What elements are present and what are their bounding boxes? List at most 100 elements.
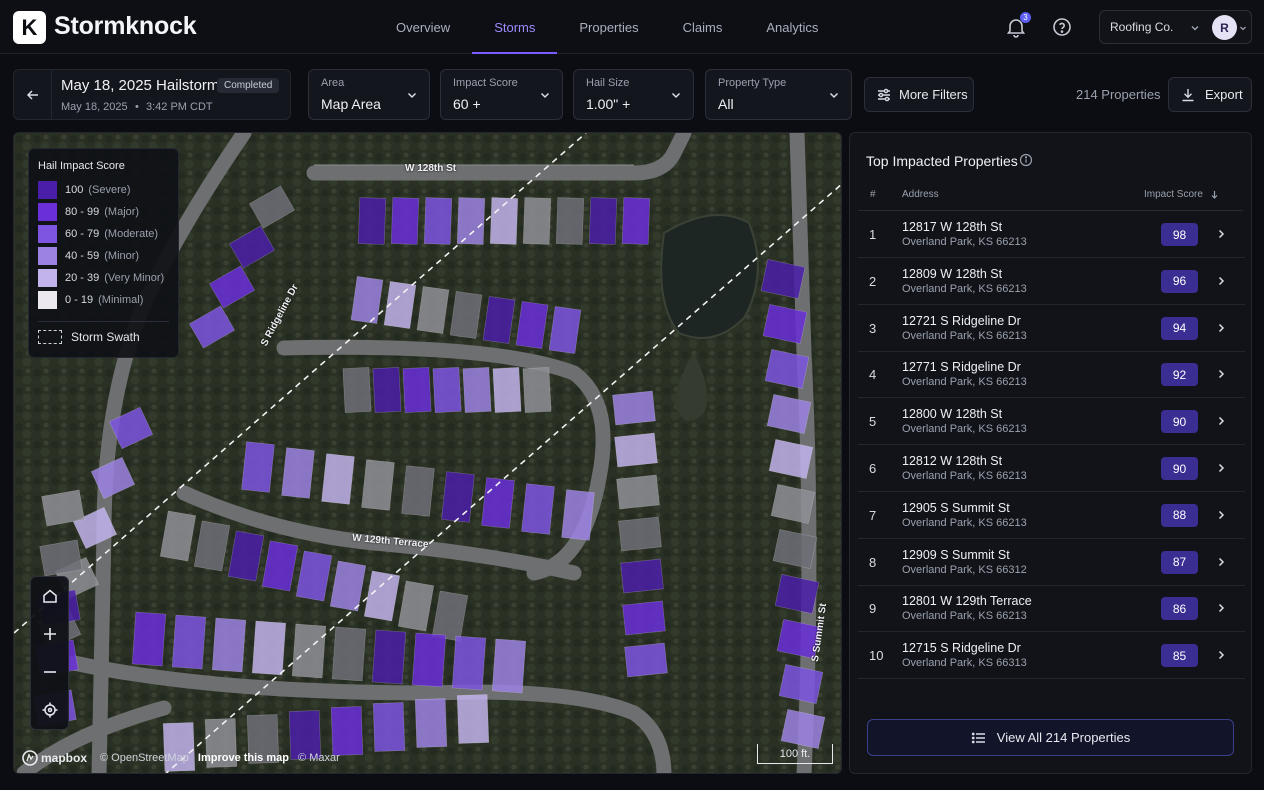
property-parcel[interactable] [522,367,552,413]
table-row[interactable]: 1 12817 W 128th St Overland Park, KS 66213… [858,211,1245,258]
table-row[interactable]: 5 12800 W 128th St Overland Park, KS 66213… [858,398,1245,446]
mapbox-icon [22,750,38,766]
property-parcel[interactable] [241,441,275,493]
property-parcel[interactable] [432,367,462,413]
property-parcel[interactable] [621,197,651,245]
property-parcel[interactable] [620,558,664,594]
row-address: 12817 W 128th St [902,220,1003,234]
locate-button[interactable] [31,691,68,729]
property-parcel[interactable] [357,197,387,245]
property-parcel[interactable] [456,197,486,245]
zoom-out-button[interactable] [31,653,68,691]
property-parcel[interactable] [462,367,492,413]
property-parcel[interactable] [618,516,662,552]
nav-claims[interactable]: Claims [661,0,745,54]
property-parcel[interactable] [481,477,515,529]
property-parcel[interactable] [402,367,432,413]
improve-map-link[interactable]: Improve this map [198,752,289,764]
property-parcel[interactable] [281,447,315,499]
property-parcel[interactable] [361,459,395,511]
col-score-header[interactable]: Impact Score [1144,189,1219,200]
mapbox-logo[interactable]: mapbox [22,750,87,766]
table-row[interactable]: 4 12771 S Ridgeline Dr Overland Park, KS 6… [858,351,1245,399]
property-parcel[interactable] [622,600,666,636]
property-parcel[interactable] [131,611,167,667]
property-parcel[interactable] [555,197,585,245]
table-row[interactable]: 3 12721 S Ridgeline Dr Overland Park, KS 6… [858,305,1245,352]
nav-overview[interactable]: Overview [374,0,472,54]
table-row[interactable]: 6 12812 W 128th St Overland Park, KS 66213… [858,445,1245,492]
hail-size-select[interactable]: Hail Size 1.00" + [573,69,694,120]
chevron-down-icon [1240,26,1246,31]
area-select[interactable]: Area Map Area [308,69,430,120]
account-name: Roofing Co. [1110,20,1174,34]
chevron-down-icon [407,92,417,99]
storm-map[interactable]: W 128th St S Ridgeline Dr W 129th Terrac… [13,132,842,774]
back-button[interactable] [14,70,52,119]
brand-logo[interactable]: K [13,11,46,44]
property-parcel[interactable] [390,197,420,245]
osm-attribution[interactable]: © OpenStreetMap [100,752,189,764]
chevron-right-icon [1218,229,1225,239]
impact-score-select[interactable]: Impact Score 60 + [440,69,563,120]
property-parcel[interactable] [371,629,407,685]
property-parcel[interactable] [456,694,490,744]
property-parcel[interactable] [441,471,475,523]
property-parcel[interactable] [492,367,522,413]
property-parcel[interactable] [411,632,447,688]
property-parcel[interactable] [372,367,402,413]
maxar-attribution[interactable]: © Maxar [298,752,340,764]
impact-score-badge: 90 [1161,410,1198,434]
nav-properties[interactable]: Properties [557,0,660,54]
row-rank: 1 [869,227,877,242]
property-parcel[interactable] [521,483,555,535]
property-parcel[interactable] [616,474,660,510]
table-row[interactable]: 7 12905 S Summit St Overland Park, KS 6621… [858,492,1245,539]
property-parcel[interactable] [624,642,668,678]
property-parcel[interactable] [588,197,618,245]
top-impacted-panel: Top Impacted Properties # Address Impact… [849,132,1252,774]
main-nav: Overview Storms Properties Claims Analyt… [374,0,840,54]
property-parcel[interactable] [451,635,487,691]
home-button[interactable] [31,577,68,615]
property-parcel[interactable] [321,453,355,505]
property-parcel[interactable] [211,617,247,673]
property-parcel[interactable] [39,539,83,577]
property-parcel[interactable] [41,489,85,527]
property-parcel[interactable] [561,489,595,541]
property-parcel[interactable] [414,698,448,748]
zoom-in-button[interactable] [31,615,68,653]
legend-row-minor: 40 - 59 (Minor) [38,247,139,265]
property-parcel[interactable] [614,432,658,468]
more-filters-button[interactable]: More Filters [864,77,974,112]
property-parcel[interactable] [522,197,552,245]
brand-name[interactable]: Stormknock [54,12,197,41]
property-parcel[interactable] [372,702,406,752]
property-parcel[interactable] [162,722,196,772]
nav-analytics[interactable]: Analytics [744,0,840,54]
account-menu[interactable]: Roofing Co. R [1099,10,1252,44]
property-parcel[interactable] [342,367,372,413]
view-all-button[interactable]: View All 214 Properties [867,719,1234,756]
nav-storms[interactable]: Storms [472,0,558,54]
info-icon[interactable] [1019,153,1033,167]
table-row[interactable]: 8 12909 S Summit St Overland Park, KS 6631… [858,539,1245,586]
table-row[interactable]: 9 12801 W 129th Terrace Overland Park, KS … [858,585,1245,633]
property-parcel[interactable] [612,390,656,426]
table-row[interactable]: 2 12809 W 128th St Overland Park, KS 66213… [858,258,1245,305]
table-row[interactable]: 10 12715 S Ridgeline Dr Overland Park, KS … [858,632,1245,680]
avatar[interactable]: R [1212,15,1237,40]
property-parcel[interactable] [423,197,453,245]
export-button[interactable]: Export [1168,77,1252,112]
property-parcel[interactable] [291,623,327,679]
help-icon[interactable] [1050,15,1074,39]
property-parcel[interactable] [330,706,364,756]
property-parcel[interactable] [401,465,435,517]
property-parcel[interactable] [491,638,527,694]
property-type-label: Property Type [718,77,787,89]
property-type-select[interactable]: Property Type All [705,69,852,120]
row-rank: 5 [869,414,877,430]
property-parcel[interactable] [171,614,207,670]
property-parcel[interactable] [251,620,287,676]
property-parcel[interactable] [331,626,367,682]
